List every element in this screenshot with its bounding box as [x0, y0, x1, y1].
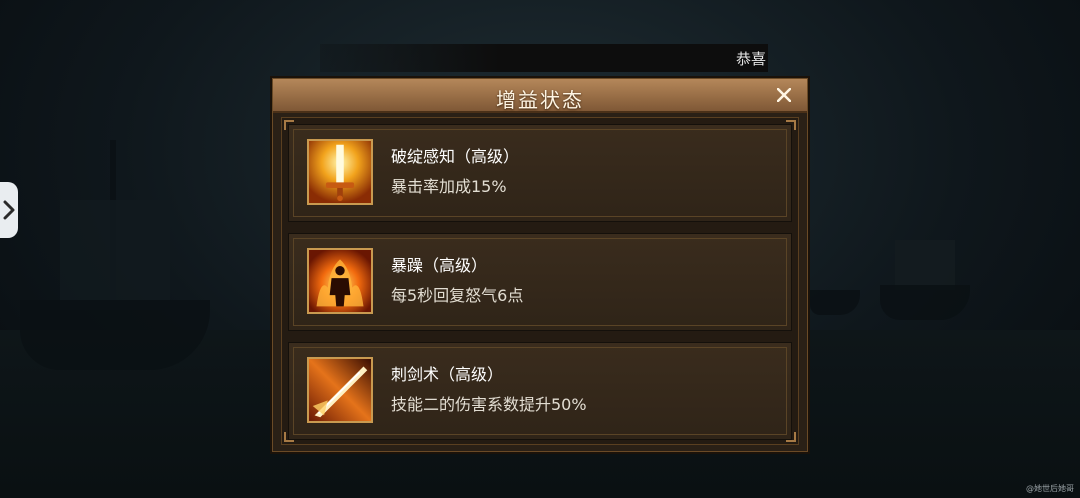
ship-silhouette-left-sail: [60, 200, 170, 310]
chevron-right-icon: [3, 200, 15, 220]
watermark: @她世后她哥: [1026, 484, 1074, 493]
rapier-thrust-icon: [307, 357, 373, 423]
buff-description: 暴击率加成15%: [391, 177, 507, 196]
ship-silhouette-right: [880, 285, 970, 320]
buff-name: 破绽感知（高级）: [391, 147, 520, 166]
buff-name: 刺剑术（高级）: [391, 365, 504, 384]
dialog-title: 增益状态: [496, 88, 584, 112]
close-icon: [777, 88, 791, 102]
notice-bar: 恭喜: [320, 44, 768, 72]
golden-sword-icon: [307, 139, 373, 205]
buff-item: 刺剑术（高级） 技能二的伤害系数提升50%: [288, 342, 792, 440]
dialog-header: 增益状态: [273, 79, 807, 113]
buff-description: 每5秒回复怒气6点: [391, 286, 524, 305]
fiery-warrior-icon: [307, 248, 373, 314]
notice-text: 恭喜: [735, 50, 766, 68]
ship-silhouette-far-right: [810, 290, 860, 315]
close-button[interactable]: [771, 82, 797, 108]
buff-status-dialog: 增益状态 破绽感知（高级） 暴击率加成15% 暴躁（高级） 每5秒回复怒气6点 …: [272, 78, 808, 452]
ship-silhouette-left: [20, 300, 210, 370]
buff-item: 暴躁（高级） 每5秒回复怒气6点: [288, 233, 792, 331]
buff-description: 技能二的伤害系数提升50%: [391, 395, 587, 414]
buff-list[interactable]: 破绽感知（高级） 暴击率加成15% 暴躁（高级） 每5秒回复怒气6点 刺剑术（高…: [288, 124, 792, 440]
dialog-body: 破绽感知（高级） 暴击率加成15% 暴躁（高级） 每5秒回复怒气6点 刺剑术（高…: [281, 117, 799, 445]
buff-name: 暴躁（高级）: [391, 256, 488, 275]
buff-item: 破绽感知（高级） 暴击率加成15%: [288, 124, 792, 222]
ship-silhouette-right-sail: [895, 240, 955, 290]
side-expand-button[interactable]: [0, 182, 18, 238]
